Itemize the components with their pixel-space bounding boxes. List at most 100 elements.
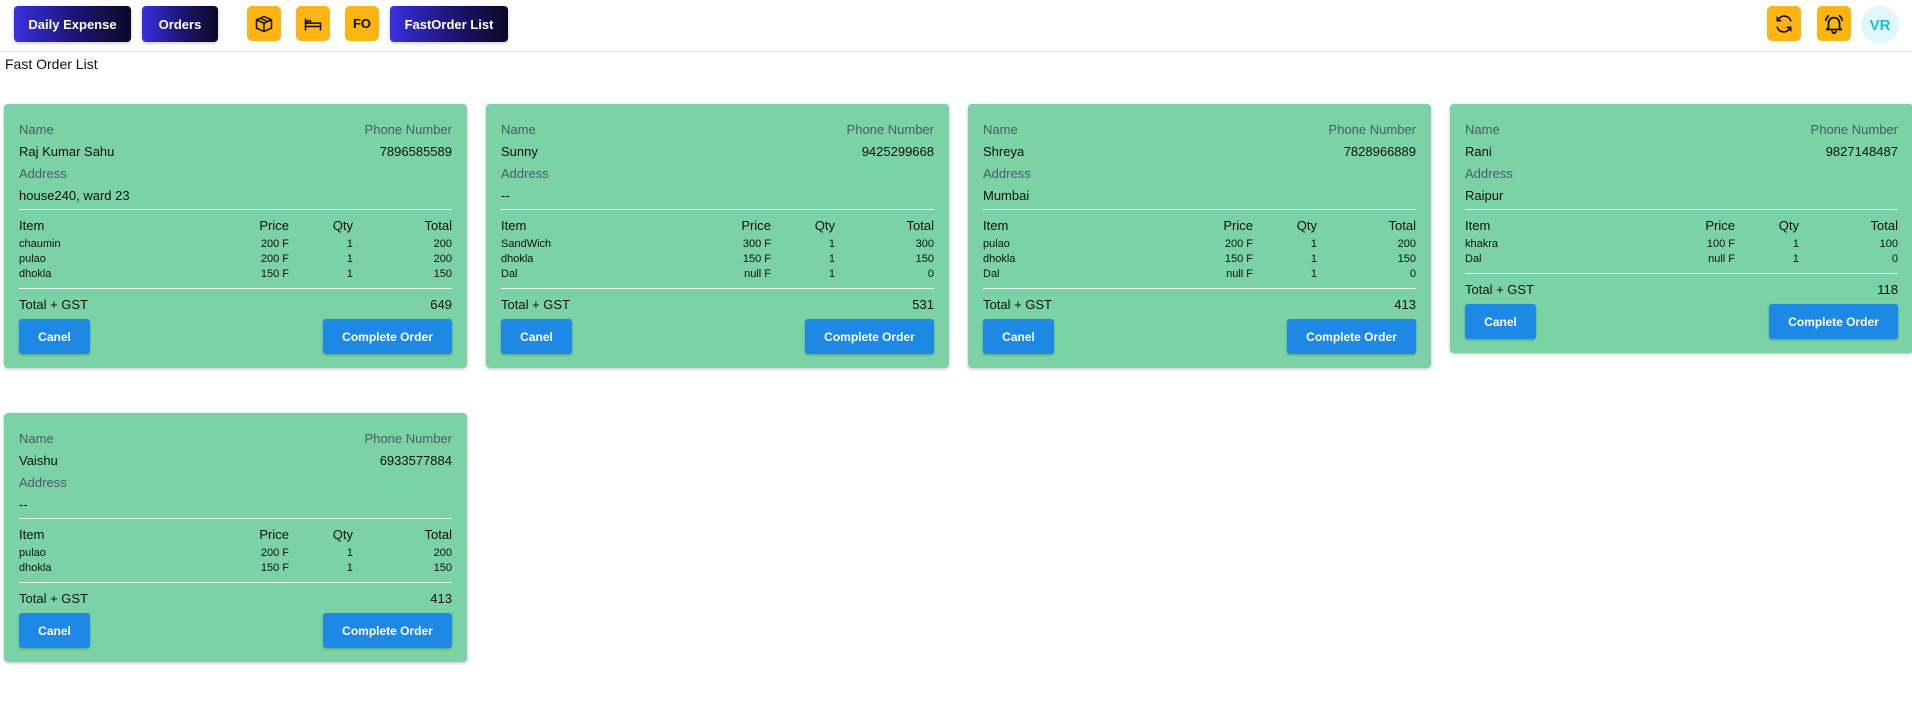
items-table: Item Price Qty Total SandWich 300 F 1 300 dh… bbox=[501, 216, 934, 282]
item-row: SandWich 300 F 1 300 bbox=[501, 237, 934, 252]
item-total: 150 bbox=[1397, 253, 1416, 265]
items-table: Item Price Qty Total khakra 100 F 1 100 Dal n… bbox=[1465, 216, 1898, 267]
item-price: 100 F bbox=[1706, 238, 1735, 250]
col-item: Item bbox=[501, 218, 527, 233]
item-total: 0 bbox=[1409, 268, 1416, 280]
cancel-button[interactable]: Canel bbox=[19, 319, 90, 354]
item-qty: 1 bbox=[1310, 238, 1317, 250]
item-row: dhokla 150 F 1 150 bbox=[19, 267, 452, 282]
divider bbox=[19, 288, 452, 289]
total-gst-row: Total + GST 413 bbox=[19, 589, 452, 607]
orders-button[interactable]: Orders bbox=[142, 6, 218, 42]
cancel-button[interactable]: Canel bbox=[983, 319, 1054, 354]
item-qty: 1 bbox=[346, 547, 353, 559]
item-qty: 1 bbox=[1792, 238, 1799, 250]
package-button[interactable] bbox=[247, 6, 281, 41]
divider bbox=[1465, 209, 1898, 210]
complete-order-button[interactable]: Complete Order bbox=[323, 319, 452, 354]
item-qty: 1 bbox=[828, 238, 835, 250]
item-total: 150 bbox=[433, 268, 452, 280]
package-icon bbox=[255, 15, 273, 32]
bed-button[interactable] bbox=[296, 6, 330, 41]
item-name: Dal bbox=[501, 268, 518, 280]
item-name: dhokla bbox=[19, 268, 52, 280]
phone-label: Phone Number bbox=[846, 121, 934, 137]
address-label: Address bbox=[983, 165, 1031, 181]
user-avatar[interactable]: VR bbox=[1861, 6, 1899, 44]
divider bbox=[501, 209, 934, 210]
item-total: 0 bbox=[1891, 253, 1898, 265]
item-qty: 1 bbox=[1310, 268, 1317, 280]
item-name: pulao bbox=[983, 238, 1010, 250]
complete-order-button[interactable]: Complete Order bbox=[805, 319, 934, 354]
col-total: Total bbox=[424, 527, 452, 542]
item-name: Dal bbox=[1465, 253, 1482, 265]
total-gst-value: 118 bbox=[1877, 281, 1898, 297]
complete-order-button[interactable]: Complete Order bbox=[323, 613, 452, 648]
item-price: 150 F bbox=[260, 562, 289, 574]
item-name: chaumin bbox=[19, 238, 61, 250]
item-total: 200 bbox=[433, 547, 452, 559]
items-header-row: Item Price Qty Total bbox=[983, 216, 1416, 237]
item-price: 200 F bbox=[260, 238, 289, 250]
divider bbox=[983, 288, 1416, 289]
item-row: dhokla 150 F 1 150 bbox=[983, 252, 1416, 267]
col-total: Total bbox=[1870, 218, 1898, 233]
item-name: dhokla bbox=[19, 562, 52, 574]
customer-address: Raipur bbox=[1465, 187, 1504, 203]
col-price: Price bbox=[259, 218, 289, 233]
fo-button[interactable]: FO bbox=[345, 6, 379, 41]
item-name: SandWich bbox=[501, 238, 552, 250]
col-item: Item bbox=[19, 218, 45, 233]
complete-order-button[interactable]: Complete Order bbox=[1287, 319, 1416, 354]
col-price: Price bbox=[1705, 218, 1735, 233]
item-row: Dal null F 1 0 bbox=[1465, 252, 1898, 267]
item-total: 150 bbox=[915, 253, 934, 265]
total-gst-row: Total + GST 413 bbox=[983, 295, 1416, 313]
customer-name: Raj Kumar Sahu bbox=[19, 143, 115, 159]
cancel-button[interactable]: Canel bbox=[19, 613, 90, 648]
fast-order-list-button[interactable]: FastOrder List bbox=[390, 6, 508, 42]
address-label: Address bbox=[19, 165, 67, 181]
customer-name: Shreya bbox=[983, 143, 1025, 159]
col-item: Item bbox=[1465, 218, 1491, 233]
total-gst-value: 531 bbox=[912, 296, 934, 312]
item-row: chaumin 200 F 1 200 bbox=[19, 237, 452, 252]
divider bbox=[501, 288, 934, 289]
notification-button[interactable] bbox=[1817, 6, 1851, 41]
cancel-button[interactable]: Canel bbox=[501, 319, 572, 354]
items-header-row: Item Price Qty Total bbox=[1465, 216, 1898, 237]
customer-phone: 9827148487 bbox=[1825, 143, 1898, 159]
customer-address: house240, ward 23 bbox=[19, 187, 130, 203]
items-header-row: Item Price Qty Total bbox=[501, 216, 934, 237]
order-card-4: Name Phone Number Rani 9827148487 Addres… bbox=[1450, 104, 1912, 353]
phone-label: Phone Number bbox=[1810, 121, 1898, 137]
total-gst-label: Total + GST bbox=[19, 590, 88, 606]
complete-order-button[interactable]: Complete Order bbox=[1769, 304, 1898, 339]
item-name: pulao bbox=[19, 547, 46, 559]
col-qty: Qty bbox=[1778, 218, 1799, 233]
item-row: Dal null F 1 0 bbox=[501, 267, 934, 282]
items-table: Item Price Qty Total pulao 200 F 1 200 dhokl… bbox=[19, 525, 452, 576]
bed-icon bbox=[304, 17, 322, 31]
refresh-button[interactable] bbox=[1767, 6, 1801, 41]
total-gst-row: Total + GST 649 bbox=[19, 295, 452, 313]
total-gst-label: Total + GST bbox=[19, 296, 88, 312]
item-row: pulao 200 F 1 200 bbox=[19, 252, 452, 267]
col-item: Item bbox=[19, 527, 45, 542]
col-total: Total bbox=[906, 218, 934, 233]
col-qty: Qty bbox=[332, 527, 353, 542]
customer-name: Sunny bbox=[501, 143, 538, 159]
item-qty: 1 bbox=[1792, 253, 1799, 265]
phone-label: Phone Number bbox=[364, 430, 452, 446]
item-qty: 1 bbox=[346, 562, 353, 574]
item-qty: 1 bbox=[828, 253, 835, 265]
daily-expense-button[interactable]: Daily Expense bbox=[14, 6, 131, 42]
address-label: Address bbox=[19, 474, 67, 490]
divider bbox=[983, 209, 1416, 210]
customer-phone: 7896585589 bbox=[379, 143, 452, 159]
col-item: Item bbox=[983, 218, 1009, 233]
item-name: dhokla bbox=[501, 253, 534, 265]
cancel-button[interactable]: Canel bbox=[1465, 304, 1536, 339]
item-total: 200 bbox=[433, 253, 452, 265]
